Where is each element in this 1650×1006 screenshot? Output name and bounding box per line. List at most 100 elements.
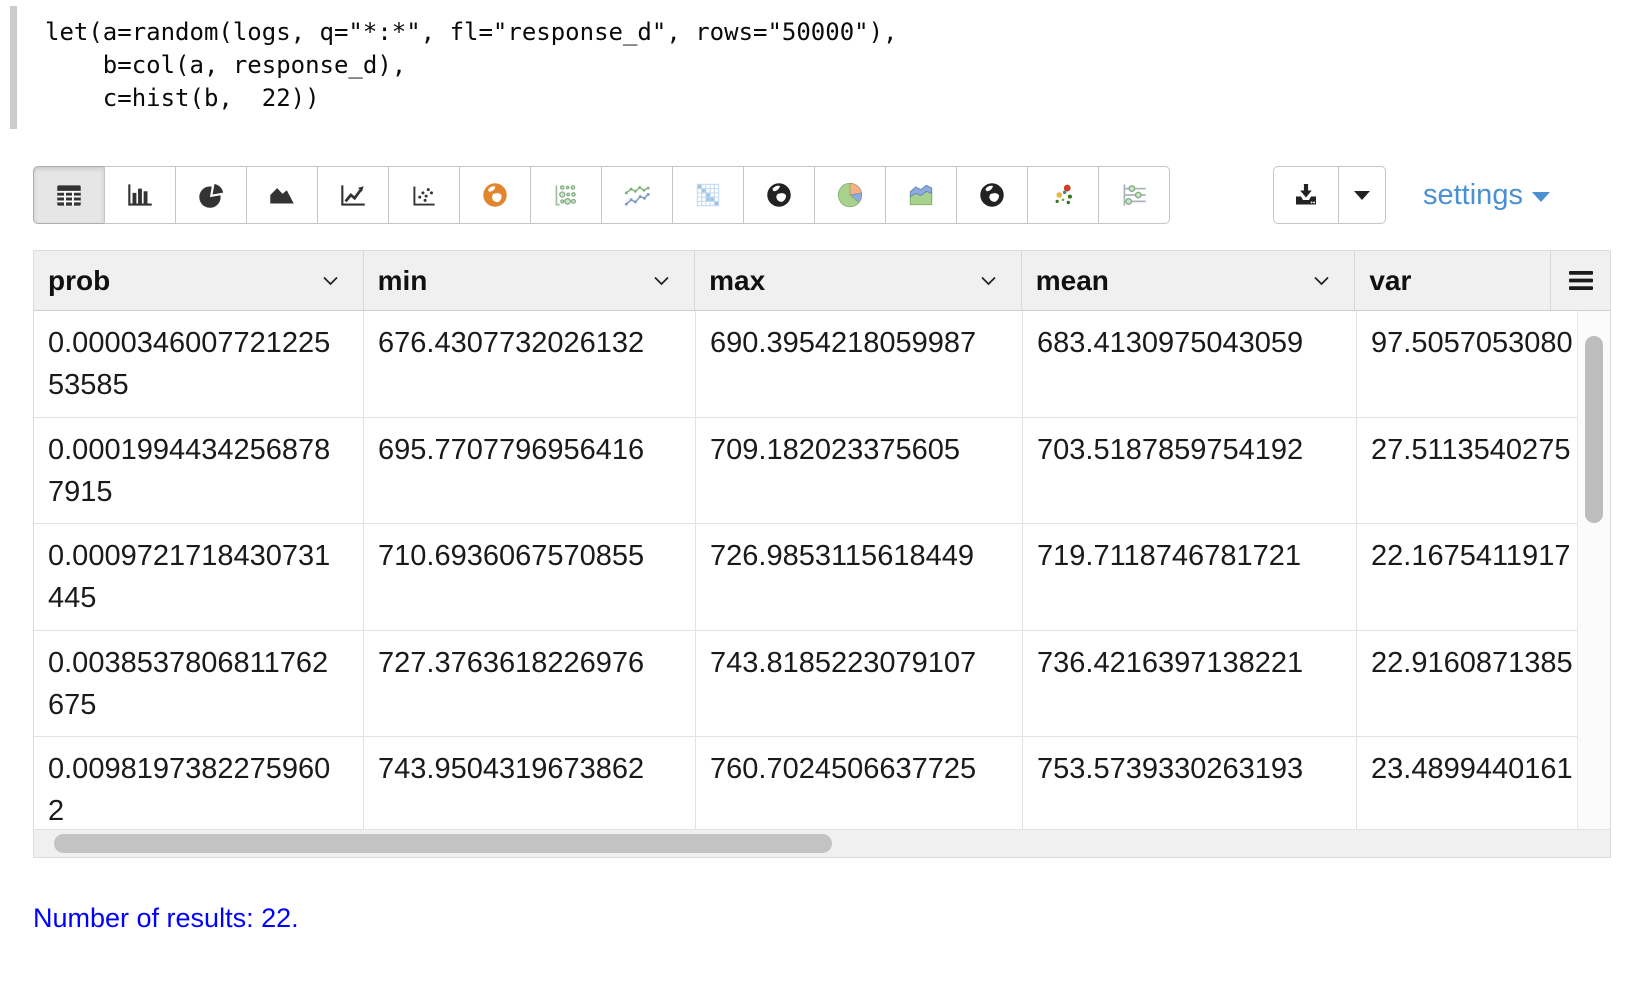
caret-down-icon [1354, 191, 1370, 200]
chevron-down-icon [980, 275, 997, 286]
stacked-area-chart-button[interactable] [885, 166, 957, 224]
table-cell: 0.00981973822759602 [34, 737, 364, 829]
visualization-toolbar: settings [33, 166, 1550, 224]
download-button[interactable] [1273, 166, 1339, 224]
table-cell: 22.1675411917 [1357, 524, 1579, 631]
scatter-plot-icon [408, 179, 440, 211]
multi-line-chart-icon [621, 179, 653, 211]
horizontal-scrollbar[interactable] [34, 829, 1610, 857]
caret-down-icon [1532, 192, 1550, 202]
column-header-mean[interactable]: mean [1022, 251, 1356, 310]
vertical-scrollbar-thumb[interactable] [1585, 336, 1603, 523]
sliders-icon [1118, 179, 1150, 211]
table-cell: 0.00019944342568787915 [34, 418, 364, 525]
table-cell: 743.8185223079107 [696, 631, 1023, 738]
download-icon [1291, 180, 1321, 210]
column-label: var [1369, 265, 1411, 297]
column-label: min [378, 265, 428, 297]
globe-button[interactable] [743, 166, 815, 224]
column-header-min[interactable]: min [364, 251, 696, 310]
vertical-scrollbar[interactable] [1577, 311, 1610, 829]
code-line: c=hist(b, 22)) [45, 82, 898, 115]
table-cell: 719.7118746781721 [1023, 524, 1357, 631]
hamburger-menu-icon [1568, 270, 1594, 291]
table-cell: 743.9504319673862 [364, 737, 696, 829]
heatmap-button[interactable] [672, 166, 744, 224]
chevron-down-icon [653, 275, 670, 286]
pie-chart-button[interactable] [175, 166, 247, 224]
column-header-max[interactable]: max [695, 251, 1022, 310]
table-cell: 0.000034600772122553585 [34, 311, 364, 418]
table-cell: 727.3763618226976 [364, 631, 696, 738]
multi-line-chart-button[interactable] [601, 166, 673, 224]
table-cell: 726.9853115618449 [696, 524, 1023, 631]
table-icon [53, 179, 85, 211]
table-cell: 703.5187859754192 [1023, 418, 1357, 525]
table-header-row: prob min max mean var [34, 251, 1610, 311]
column-label: mean [1036, 265, 1109, 297]
table-cell: 97.5057053080 [1357, 311, 1579, 418]
table-cell: 22.9160871385 [1357, 631, 1579, 738]
scatter-plot-button[interactable] [388, 166, 460, 224]
table-row: 0.00019944342568787915 695.7707796956416… [34, 418, 1610, 525]
globe-icon [763, 179, 795, 211]
stacked-area-chart-icon [905, 179, 937, 211]
globe-orange-icon [479, 179, 511, 211]
table-menu-button[interactable] [1551, 251, 1610, 310]
table-cell: 760.7024506637725 [696, 737, 1023, 829]
chevron-down-icon [1313, 275, 1330, 286]
table-cell: 0.0038537806811762675 [34, 631, 364, 738]
table-row: 0.0038537806811762675 727.3763618226976 … [34, 631, 1610, 738]
heatmap-icon [692, 179, 724, 211]
bar-chart-icon [124, 179, 156, 211]
download-options-button[interactable] [1338, 166, 1386, 224]
table-cell: 736.4216397138221 [1023, 631, 1357, 738]
table-body: 0.000034600772122553585 676.430773202613… [34, 311, 1610, 829]
chart-type-button-group [33, 166, 1170, 224]
scatter-colored-button[interactable] [1027, 166, 1099, 224]
table-cell: 683.4130975043059 [1023, 311, 1357, 418]
table-cell: 676.4307732026132 [364, 311, 696, 418]
horizontal-scrollbar-thumb[interactable] [54, 834, 832, 853]
table-cell: 709.182023375605 [696, 418, 1023, 525]
results-table: prob min max mean var [33, 250, 1611, 858]
column-label: max [709, 265, 765, 297]
area-chart-icon [266, 179, 298, 211]
table-cell: 690.3954218059987 [696, 311, 1023, 418]
table-cell: 0.0009721718430731445 [34, 524, 364, 631]
pie-chart-icon [195, 179, 227, 211]
code-line: b=col(a, response_d), [45, 49, 898, 82]
table-view-button[interactable] [33, 166, 105, 224]
column-header-prob[interactable]: prob [34, 251, 364, 310]
scatter-colored-icon [1047, 179, 1079, 211]
table-row: 0.0009721718430731445 710.6936067570855 … [34, 524, 1610, 631]
area-chart-button[interactable] [246, 166, 318, 224]
chevron-down-icon [322, 275, 339, 286]
table-cell: 753.5739330263193 [1023, 737, 1357, 829]
pie-chart-colored-button[interactable] [814, 166, 886, 224]
code-block: let(a=random(logs, q="*:*", fl="response… [10, 6, 898, 129]
pie-chart-colored-icon [834, 179, 866, 211]
download-button-group [1273, 166, 1386, 224]
line-chart-button[interactable] [317, 166, 389, 224]
table-cell: 27.5113540275 [1357, 418, 1579, 525]
bar-chart-button[interactable] [104, 166, 176, 224]
table-cell: 710.6936067570855 [364, 524, 696, 631]
globe-2-button[interactable] [956, 166, 1028, 224]
settings-dropdown[interactable]: settings [1423, 166, 1550, 224]
map-globe-orange-button[interactable] [459, 166, 531, 224]
table-row: 0.00981973822759602 743.9504319673862 76… [34, 737, 1610, 829]
bubble-chart-icon [550, 179, 582, 211]
settings-label: settings [1423, 179, 1523, 212]
table-row: 0.000034600772122553585 676.430773202613… [34, 311, 1610, 418]
line-chart-icon [337, 179, 369, 211]
table-cell: 695.7707796956416 [364, 418, 696, 525]
table-cell: 23.4899440161 [1357, 737, 1579, 829]
sliders-button[interactable] [1098, 166, 1170, 224]
column-label: prob [48, 265, 110, 297]
column-header-var[interactable]: var [1355, 251, 1551, 310]
code-line: let(a=random(logs, q="*:*", fl="response… [45, 16, 898, 49]
results-count: Number of results: 22. [33, 903, 299, 934]
bubble-chart-button[interactable] [530, 166, 602, 224]
globe-icon [976, 179, 1008, 211]
